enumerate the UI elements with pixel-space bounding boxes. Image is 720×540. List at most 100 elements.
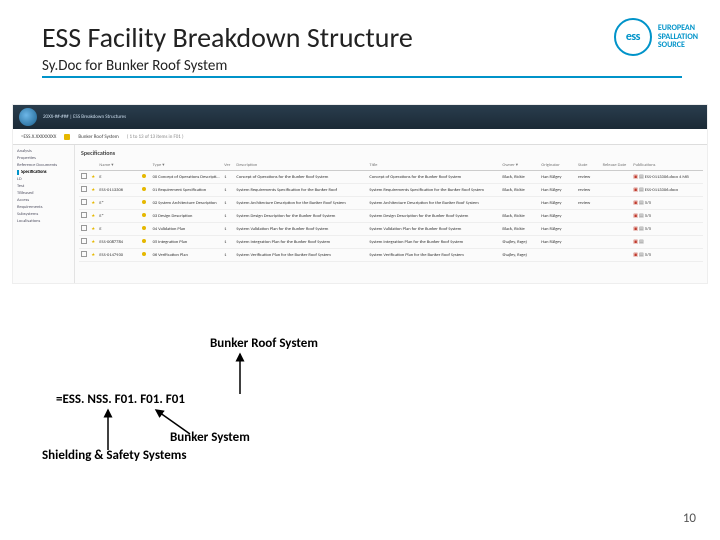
arrow-bunker-system (150, 406, 200, 436)
doc-title: System Integration Plan for the Bunker R… (367, 236, 500, 249)
table-row[interactable]: ★ESS-014793006 Verification Plan1System … (79, 249, 703, 262)
doc-name[interactable]: ESS-0147930 (97, 249, 140, 262)
pdf-icon: ▣ (633, 226, 638, 232)
doc-originator: Han Rålgey (539, 223, 576, 236)
column-header[interactable]: Ver (222, 161, 234, 171)
sidebar-item[interactable]: Access (17, 198, 70, 203)
dot-icon (142, 213, 146, 217)
star-icon: ★ (91, 227, 95, 232)
column-header[interactable] (140, 161, 150, 171)
doc-name[interactable]: ESS-0113306 (97, 184, 140, 197)
doc-release-date (601, 223, 632, 236)
doc-release-date (601, 184, 632, 197)
checkbox-icon[interactable] (81, 199, 87, 205)
doc-state (576, 249, 601, 262)
doc-originator: Han Rålgey (539, 236, 576, 249)
checkbox-icon[interactable] (81, 251, 87, 257)
pdf-icon: ▣ (633, 252, 638, 258)
column-header[interactable] (79, 161, 89, 171)
doc-release-date (601, 236, 632, 249)
doc-description: System Design Description for the Bunker… (234, 210, 367, 223)
doc-state (576, 223, 601, 236)
sidebar-item[interactable]: TBleased (17, 191, 70, 196)
column-header[interactable]: Name ▾ (97, 161, 140, 171)
doc-state: review (576, 197, 601, 210)
arrow-bunker-roof (230, 350, 270, 394)
checkbox-icon[interactable] (81, 173, 87, 179)
doc-release-date (601, 197, 632, 210)
table-row[interactable]: ★E*02 System Architecture Description1Sy… (79, 197, 703, 210)
doc-description: System Requirements Specification for th… (234, 184, 367, 197)
doc-description: System Architecture Description for the … (234, 197, 367, 210)
dot-icon (142, 200, 146, 204)
dot-icon (142, 226, 146, 230)
sidebar-item[interactable]: Properties (17, 156, 70, 161)
table-row[interactable]: ★E04 Validation Plan1System Validation P… (79, 223, 703, 236)
doc-publications[interactable]: ▣ ▤ 5/5 (631, 197, 703, 210)
sidebar-item[interactable]: LD (17, 177, 70, 182)
doc-version: 1 (222, 210, 234, 223)
doc-type: 06 Verification Plan (151, 249, 223, 262)
ess-logo-mark: ess (614, 18, 652, 56)
doc-state (576, 236, 601, 249)
doc-name[interactable]: E (97, 171, 140, 184)
doc-originator: Han Rålgey (539, 171, 576, 184)
doc-type: 03 Design Description (151, 210, 223, 223)
doc-name[interactable]: E* (97, 197, 140, 210)
table-row[interactable]: ★E*03 Design Description1System Design D… (79, 210, 703, 223)
column-header[interactable]: Type ▾ (151, 161, 223, 171)
doc-publications[interactable]: ▣ ▤ 5/5 (631, 223, 703, 236)
sidebar-item[interactable]: Subsystems (17, 212, 70, 217)
checkbox-icon[interactable] (81, 238, 87, 244)
doc-title: System Architecture Description for the … (367, 197, 500, 210)
doc-publications[interactable]: ▣ ▤ (631, 236, 703, 249)
table-row[interactable]: ★ESS-008778405 Integration Plan1System I… (79, 236, 703, 249)
pdf-icon: ▣ (633, 239, 638, 245)
pdf-icon: ▣ (633, 213, 638, 219)
column-header[interactable]: Owner ▾ (500, 161, 539, 171)
column-header[interactable]: Description (234, 161, 367, 171)
doc-name[interactable]: E* (97, 210, 140, 223)
sidebar-item[interactable]: Localisations (17, 219, 70, 224)
file-icon: ▤ (639, 213, 644, 219)
sidebar-item[interactable]: Requirements (17, 205, 70, 210)
doc-title: Concept of Operations for the Bunker Roo… (367, 171, 500, 184)
column-header[interactable]: Publications (631, 161, 703, 171)
checkbox-icon[interactable] (81, 225, 87, 231)
column-header[interactable] (89, 161, 97, 171)
checkbox-icon[interactable] (81, 186, 87, 192)
sidebar-item[interactable]: Analysis (17, 149, 70, 154)
arrow-shielding (100, 406, 120, 450)
sidebar-item[interactable]: Specifications (17, 170, 70, 175)
page-number: 10 (683, 511, 696, 526)
doc-type: 04 Validation Plan (151, 223, 223, 236)
doc-name[interactable]: E (97, 223, 140, 236)
doc-name[interactable]: ESS-0087784 (97, 236, 140, 249)
doc-publications[interactable]: ▣ ▤ ESS-0113306.docx (631, 184, 703, 197)
star-icon: ★ (91, 253, 95, 258)
column-header[interactable]: Title (367, 161, 500, 171)
sidebar-item[interactable]: Reference Documents (17, 163, 70, 168)
doc-publications[interactable]: ▣ ▤ 5/5 (631, 249, 703, 262)
ess-logo-text: EUROPEAN SPALLATION SOURCE (658, 24, 698, 49)
column-header[interactable]: State (576, 161, 601, 171)
doc-state (576, 210, 601, 223)
checkbox-icon[interactable] (81, 212, 87, 218)
doc-originator: Han Rålgey (539, 210, 576, 223)
star-icon: ★ (91, 175, 95, 180)
doc-version: 1 (222, 171, 234, 184)
page-subtitle: Sy.Doc for Bunker Roof System (42, 57, 700, 75)
doc-description: System Validation Plan for the Bunker Ro… (234, 223, 367, 236)
doc-version: 1 (222, 197, 234, 210)
column-header[interactable]: Release Date (601, 161, 632, 171)
table-row[interactable]: ★ESS-011330601 Requirement Specification… (79, 184, 703, 197)
star-icon: ★ (91, 188, 95, 193)
doc-type: 05 Integration Plan (151, 236, 223, 249)
column-header[interactable]: Originator (539, 161, 576, 171)
doc-publications[interactable]: ▣ ▤ 5/5 (631, 210, 703, 223)
table-row[interactable]: ★E00 Concept of Operations Description1C… (79, 171, 703, 184)
doc-description: System Integration Plan for the Bunker R… (234, 236, 367, 249)
doc-state: review (576, 184, 601, 197)
doc-publications[interactable]: ▣ ▤ ESS-0113306.docx 4 MB (631, 171, 703, 184)
sidebar-item[interactable]: Test (17, 184, 70, 189)
